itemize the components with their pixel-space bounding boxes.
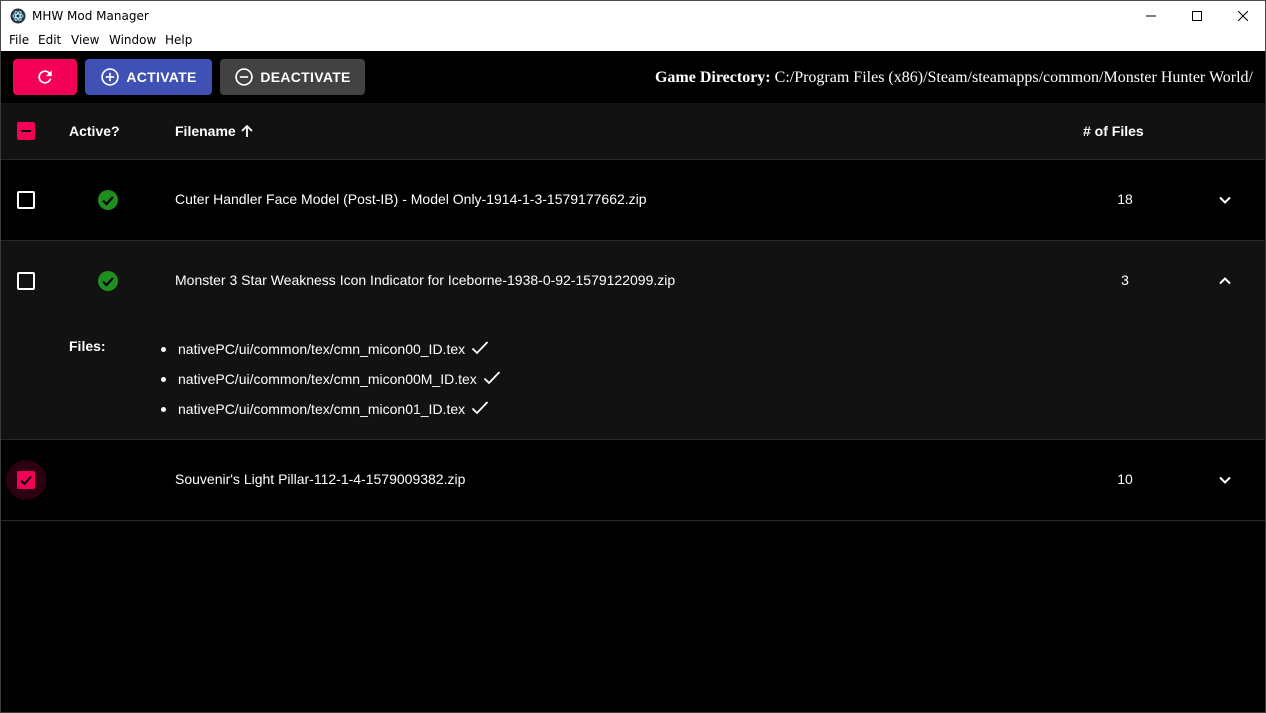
row-num-files: 18 [1117, 191, 1133, 207]
activate-label: ACTIVATE [126, 69, 197, 85]
deactivate-button[interactable]: DEACTIVATE [220, 59, 365, 95]
title-bar: MHW Mod Manager [0, 0, 1266, 30]
menu-edit[interactable]: Edit [38, 33, 61, 47]
list-item: nativePC/ui/common/tex/cmn_micon00_ID.te… [161, 339, 489, 357]
window-border-left [0, 51, 1, 713]
header-filename[interactable]: Filename [175, 123, 236, 139]
app-toolbar: ACTIVATE DEACTIVATE Game Directory: C:/P… [0, 51, 1266, 103]
check-circle-icon [98, 271, 118, 291]
row-num-files: 3 [1121, 272, 1129, 288]
select-all-checkbox[interactable] [17, 122, 35, 140]
deactivate-label: DEACTIVATE [260, 69, 351, 85]
row-filename: Cuter Handler Face Model (Post-IB) - Mod… [175, 191, 647, 207]
game-directory-path: C:/Program Files (x86)/Steam/steamapps/c… [774, 69, 1253, 86]
chevron-down-icon[interactable] [1217, 192, 1233, 208]
window-title: MHW Mod Manager [32, 9, 149, 23]
app-logo-icon [10, 8, 26, 24]
chevron-down-icon[interactable] [1217, 472, 1233, 488]
header-num-files: # of Files [1083, 123, 1144, 139]
file-path: nativePC/ui/common/tex/cmn_micon01_ID.te… [178, 401, 466, 417]
close-icon [1238, 11, 1248, 21]
close-button[interactable] [1220, 1, 1266, 31]
row-checkbox[interactable] [17, 191, 35, 209]
checkmark-icon [20, 475, 32, 486]
minimize-button[interactable] [1128, 1, 1174, 31]
menu-help[interactable]: Help [165, 33, 192, 47]
remove-circle-icon [235, 68, 254, 86]
files-label: Files: [69, 338, 106, 354]
list-item: nativePC/ui/common/tex/cmn_micon00M_ID.t… [161, 369, 501, 387]
game-directory: Game Directory: C:/Program Files (x86)/S… [655, 69, 1253, 87]
menu-bar: File Edit View Window Help [0, 30, 1266, 51]
row-num-files: 10 [1117, 471, 1133, 487]
row-checkbox[interactable] [17, 471, 35, 489]
table-row[interactable]: Souvenir's Light Pillar-112-1-4-15790093… [1, 440, 1265, 521]
maximize-button[interactable] [1174, 1, 1220, 31]
file-path: nativePC/ui/common/tex/cmn_micon00M_ID.t… [178, 371, 477, 387]
indeterminate-icon [21, 130, 31, 132]
check-icon [471, 341, 489, 355]
check-circle-icon [98, 190, 118, 210]
menu-window[interactable]: Window [109, 33, 156, 47]
row-checkbox[interactable] [17, 272, 35, 290]
game-directory-label: Game Directory: [654, 69, 771, 86]
maximize-icon [1192, 11, 1202, 21]
minimize-icon [1146, 15, 1156, 17]
list-item: nativePC/ui/common/tex/cmn_micon01_ID.te… [161, 399, 489, 417]
table-row-expanded[interactable]: Monster 3 Star Weakness Icon Indicator f… [1, 241, 1265, 440]
table-row[interactable]: Cuter Handler Face Model (Post-IB) - Mod… [1, 160, 1265, 241]
chevron-up-icon[interactable] [1217, 273, 1233, 289]
menu-file[interactable]: File [9, 33, 29, 47]
row-filename: Monster 3 Star Weakness Icon Indicator f… [175, 272, 676, 288]
refresh-icon [38, 70, 52, 84]
header-active: Active? [69, 123, 120, 139]
file-path: nativePC/ui/common/tex/cmn_micon00_ID.te… [178, 341, 466, 357]
refresh-button[interactable] [13, 59, 77, 95]
check-icon [471, 401, 489, 415]
menu-view[interactable]: View [71, 33, 99, 47]
activate-button[interactable]: ACTIVATE [85, 59, 212, 95]
arrow-up-icon[interactable] [240, 124, 254, 138]
table-header: Active? Filename # of Files [1, 103, 1265, 160]
add-circle-icon [101, 68, 120, 86]
row-filename: Souvenir's Light Pillar-112-1-4-15790093… [175, 471, 466, 487]
check-icon [483, 371, 500, 385]
